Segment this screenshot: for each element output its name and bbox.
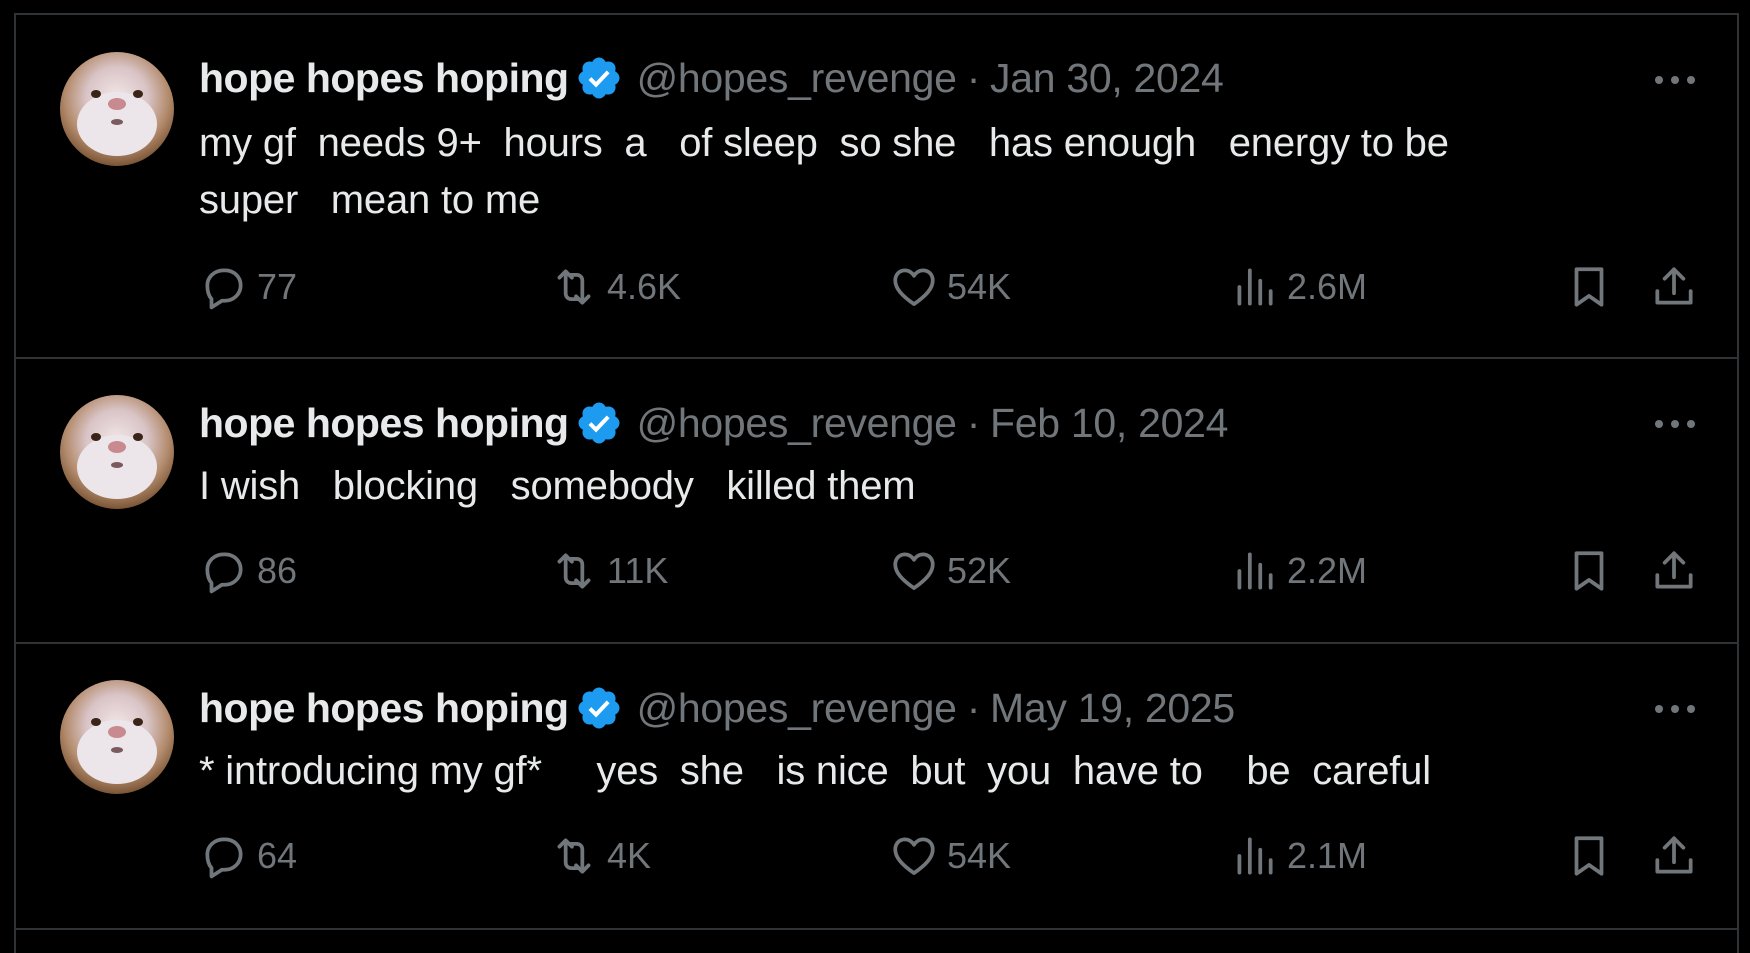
tweet[interactable]: hope hopes hoping @hopes_revenge · Jan 3… [16, 15, 1739, 359]
retweet-count: 4.6K [607, 266, 682, 307]
timestamp[interactable]: Jan 30, 2024 [990, 55, 1224, 102]
tweet-text: my gf needs 9+ hours a of sleep so she h… [199, 121, 1449, 222]
heart-icon [893, 837, 935, 875]
avatar[interactable] [60, 395, 174, 509]
handle[interactable]: @hopes_revenge [637, 685, 957, 732]
view-count: 2.6M [1287, 266, 1368, 307]
reply-icon [205, 837, 243, 879]
bookmark-icon [1574, 267, 1604, 307]
reply-count: 64 [257, 835, 298, 876]
like-button[interactable]: 54K [889, 261, 1011, 313]
handle[interactable]: @hopes_revenge [637, 55, 957, 102]
avatar[interactable] [60, 52, 174, 166]
like-button[interactable]: 54K [889, 830, 1011, 882]
bookmark-button[interactable] [1564, 545, 1614, 597]
views-icon [1237, 268, 1273, 306]
tweet-text: I wish blocking somebody killed them [199, 464, 916, 508]
like-count: 54K [947, 835, 1012, 876]
share-icon [1655, 267, 1693, 305]
reply-icon [205, 268, 243, 310]
retweet-count: 4K [607, 835, 652, 876]
bookmark-button[interactable] [1564, 261, 1614, 313]
separator: · [966, 54, 981, 101]
retweet-button[interactable]: 4K [549, 830, 651, 882]
like-count: 52K [947, 550, 1012, 591]
share-icon [1655, 836, 1693, 874]
views-button[interactable]: 2.6M [1229, 261, 1367, 313]
like-count: 54K [947, 266, 1012, 307]
retweet-icon [557, 269, 591, 305]
reply-button[interactable]: 86 [199, 545, 297, 597]
view-count: 2.1M [1287, 835, 1368, 876]
display-name[interactable]: hope hopes hoping [199, 400, 569, 447]
separator: · [966, 684, 981, 731]
verified-badge-icon[interactable] [575, 684, 623, 732]
action-bar: 77 4.6K 54K 2.6M [199, 261, 1719, 313]
tweet-header: hope hopes hoping @hopes_revenge · Feb 1… [199, 395, 1228, 451]
action-bar: 86 11K 52K 2.2M [199, 545, 1719, 597]
bookmark-icon [1574, 551, 1604, 591]
timestamp[interactable]: Feb 10, 2024 [990, 400, 1228, 447]
tweet-text: * introducing my gf* yes she is nice but… [199, 749, 1431, 793]
handle[interactable]: @hopes_revenge [637, 400, 957, 447]
retweet-button[interactable]: 4.6K [549, 261, 681, 313]
heart-icon [893, 268, 935, 306]
retweet-icon [557, 838, 591, 874]
tweet-header: hope hopes hoping @hopes_revenge · Jan 3… [199, 50, 1224, 106]
reply-button[interactable]: 64 [199, 830, 297, 882]
timestamp[interactable]: May 19, 2025 [990, 685, 1235, 732]
retweet-icon [557, 553, 591, 589]
share-icon [1655, 551, 1693, 589]
views-icon [1237, 837, 1273, 875]
verified-badge-icon[interactable] [575, 399, 623, 447]
display-name[interactable]: hope hopes hoping [199, 685, 569, 732]
views-icon [1237, 552, 1273, 590]
like-button[interactable]: 52K [889, 545, 1011, 597]
bookmark-button[interactable] [1564, 830, 1614, 882]
view-count: 2.2M [1287, 550, 1368, 591]
verified-badge-icon[interactable] [575, 54, 623, 102]
more-icon[interactable] [1653, 414, 1697, 434]
share-button[interactable] [1649, 830, 1699, 882]
views-button[interactable]: 2.1M [1229, 830, 1367, 882]
retweet-count: 11K [607, 550, 669, 591]
bookmark-icon [1574, 836, 1604, 876]
action-bar: 64 4K 54K 2.1M [199, 830, 1719, 882]
views-button[interactable]: 2.2M [1229, 545, 1367, 597]
retweet-button[interactable]: 11K [549, 545, 668, 597]
reply-button[interactable]: 77 [199, 261, 297, 313]
avatar[interactable] [60, 680, 174, 794]
reply-count: 86 [257, 550, 298, 591]
more-icon[interactable] [1653, 699, 1697, 719]
display-name[interactable]: hope hopes hoping [199, 55, 569, 102]
reply-icon [205, 552, 243, 594]
tweet[interactable]: hope hopes hoping @hopes_revenge · May 1… [16, 644, 1739, 930]
more-icon[interactable] [1653, 70, 1697, 90]
tweet-header: hope hopes hoping @hopes_revenge · May 1… [199, 680, 1235, 736]
share-button[interactable] [1649, 545, 1699, 597]
separator: · [966, 399, 981, 446]
reply-count: 77 [257, 266, 298, 307]
share-button[interactable] [1649, 261, 1699, 313]
tweet[interactable]: hope hopes hoping @hopes_revenge · Feb 1… [16, 359, 1739, 644]
heart-icon [893, 552, 935, 590]
